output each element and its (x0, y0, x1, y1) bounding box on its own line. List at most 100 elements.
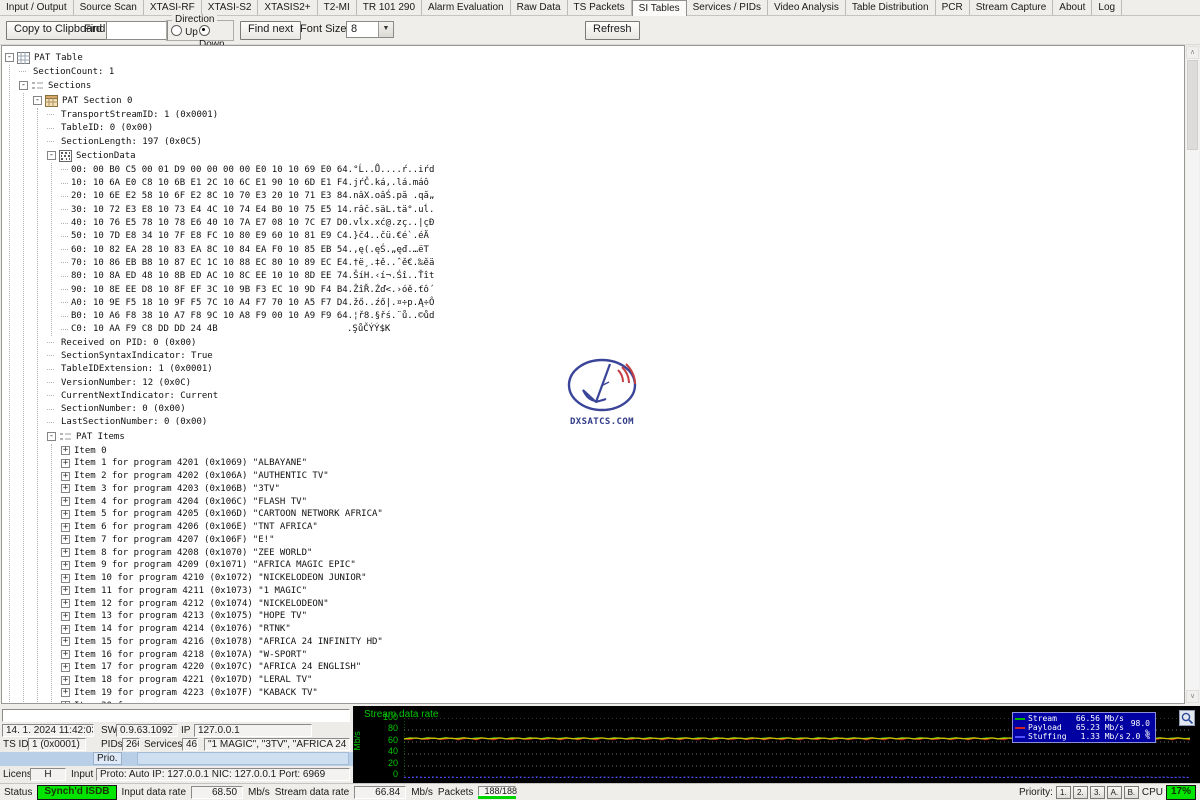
hex-row[interactable]: 80: 10 8A ED 48 10 8B ED AC 10 8C EE 10 … (61, 270, 1184, 283)
tab[interactable]: T2-MI (318, 0, 357, 15)
service-filter-input[interactable] (2, 709, 350, 722)
tab[interactable]: Alarm Evaluation (422, 0, 511, 15)
zoom-magnifier-button[interactable] (1179, 710, 1195, 726)
hex-row[interactable]: 10: 10 6A E0 C8 10 6B E1 2C 10 6C E1 90 … (61, 176, 1184, 189)
tab[interactable]: Input / Output (0, 0, 74, 15)
prio-segment[interactable] (137, 752, 349, 765)
pat-item-row[interactable]: + Item 15 for program 4216 (0x1078) "AFR… (61, 635, 1184, 648)
pat-item-row[interactable]: + Item 4 for program 4204 (0x106C) "FLAS… (61, 495, 1184, 508)
priority-button[interactable]: A. (1107, 786, 1122, 799)
hex-row[interactable]: 20: 10 6E E2 58 10 6F E2 8C 10 70 E3 20 … (61, 190, 1184, 203)
tree-leaf[interactable]: TableID: 0 (0x00) (47, 122, 1184, 135)
pat-item-row[interactable]: + Item 13 for program 4213 (0x1075) "HOP… (61, 610, 1184, 623)
expand-icon[interactable]: + (61, 472, 70, 481)
priority-button[interactable]: 1. (1056, 786, 1071, 799)
chevron-down-icon[interactable]: ▼ (378, 22, 393, 37)
collapse-icon[interactable]: - (47, 151, 56, 160)
tree-node-sections[interactable]: - Sections (19, 78, 1184, 93)
direction-down-radio[interactable] (199, 25, 210, 36)
expand-icon[interactable]: + (61, 701, 70, 704)
pat-item-row[interactable]: + Item 5 for program 4205 (0x106D) "CART… (61, 508, 1184, 521)
expand-icon[interactable]: + (61, 599, 70, 608)
pat-item-row[interactable]: + Item 14 for program 4214 (0x1076) "RTN… (61, 623, 1184, 636)
tree-node-sectiondata[interactable]: - SectionData (47, 148, 1184, 163)
direction-up-radio[interactable] (171, 25, 182, 36)
tree-node-pat-table[interactable]: - PAT Table (5, 50, 1184, 65)
collapse-icon[interactable]: - (47, 432, 56, 441)
tab[interactable]: Video Analysis (768, 0, 846, 15)
tab[interactable]: XTASI-RF (144, 0, 202, 15)
tab[interactable]: TR 101 290 (357, 0, 422, 15)
pat-item-row[interactable]: + Item 10 for program 4210 (0x1072) "NIC… (61, 572, 1184, 585)
hex-row[interactable]: B0: 10 A6 F8 38 10 A7 F8 9C 10 A8 F9 00 … (61, 309, 1184, 322)
priority-button[interactable]: 3. (1090, 786, 1105, 799)
pat-item-row[interactable]: + Item 7 for program 4207 (0x106F) "E!" (61, 533, 1184, 546)
hex-row[interactable]: 90: 10 8E EE D8 10 8F EF 3C 10 9B F3 EC … (61, 283, 1184, 296)
pat-item-row[interactable]: + Item 6 for program 4206 (0x106E) "TNT … (61, 521, 1184, 534)
expand-icon[interactable]: + (61, 612, 70, 621)
expand-icon[interactable]: + (61, 561, 70, 570)
tab[interactable]: Stream Capture (970, 0, 1054, 15)
tab[interactable]: Raw Data (511, 0, 568, 15)
pat-item-row[interactable]: + Item 0 (61, 444, 1184, 457)
expand-icon[interactable]: + (61, 650, 70, 659)
tab[interactable]: Table Distribution (846, 0, 936, 15)
services-list-value[interactable]: "1 MAGIC", "3TV", "AFRICA 24 ENGLISH", " (204, 738, 350, 751)
expand-icon[interactable]: + (61, 510, 70, 519)
expand-icon[interactable]: + (61, 663, 70, 672)
tree-scrollbar[interactable]: ∧ ∨ (1186, 46, 1199, 703)
tree-node-pat-items[interactable]: - PAT Items (47, 429, 1184, 444)
expand-icon[interactable]: + (61, 548, 70, 557)
pat-item-row[interactable]: + Item 3 for program 4203 (0x106B) "3TV" (61, 482, 1184, 495)
collapse-icon[interactable]: - (33, 96, 42, 105)
hex-row[interactable]: C0: 10 AA F9 C8 DD DD 24 4B .ŞůČÝÝ$K (61, 323, 1184, 336)
tab[interactable]: Log (1092, 0, 1122, 15)
expand-icon[interactable]: + (61, 523, 70, 532)
expand-icon[interactable]: + (61, 676, 70, 685)
expand-icon[interactable]: + (61, 574, 70, 583)
tree-node-pat-section-0[interactable]: - PAT Section 0 (33, 93, 1184, 108)
pat-item-row[interactable]: + Item 17 for program 4220 (0x107C) "AFR… (61, 661, 1184, 674)
pat-item-row[interactable]: + Item 9 for program 4209 (0x1071) "AFRI… (61, 559, 1184, 572)
expand-icon[interactable]: + (61, 497, 70, 506)
tab[interactable]: Services / PIDs (687, 0, 768, 15)
expand-icon[interactable]: + (61, 625, 70, 634)
pat-item-row[interactable]: + Item 2 for program 4202 (0x106A) "AUTH… (61, 470, 1184, 483)
priority-button[interactable]: 2. (1073, 786, 1088, 799)
hex-row[interactable]: 00: 00 B0 C5 00 01 D9 00 00 00 00 E0 10 … (61, 163, 1184, 176)
pat-item-row[interactable]: + Item 11 for program 4211 (0x1073) "1 M… (61, 584, 1184, 597)
pat-item-row[interactable]: + Item 19 for program 4223 (0x107F) "KAB… (61, 686, 1184, 699)
find-next-button[interactable]: Find next (240, 21, 301, 40)
scroll-up-icon[interactable]: ∧ (1186, 46, 1199, 59)
tab[interactable]: Source Scan (74, 0, 144, 15)
tree-leaf[interactable]: Received on PID: 0 (0x00) (47, 336, 1184, 349)
hex-row[interactable]: 30: 10 72 E3 E8 10 73 E4 4C 10 74 E4 B0 … (61, 203, 1184, 216)
tree-leaf[interactable]: TransportStreamID: 1 (0x0001) (47, 108, 1184, 121)
expand-icon[interactable]: + (61, 446, 70, 455)
expand-icon[interactable]: + (61, 688, 70, 697)
tab[interactable]: TS Packets (568, 0, 632, 15)
priority-button[interactable]: B. (1124, 786, 1139, 799)
hex-row[interactable]: 50: 10 7D E8 34 10 7F E8 FC 10 80 E9 60 … (61, 230, 1184, 243)
tree-leaf[interactable]: SectionLength: 197 (0x0C5) (47, 135, 1184, 148)
pat-item-row[interactable]: + Item 20 for program (61, 699, 1184, 704)
tab[interactable]: About (1053, 0, 1092, 15)
hex-row[interactable]: A0: 10 9E F5 18 10 9F F5 7C 10 A4 F7 70 … (61, 296, 1184, 309)
expand-icon[interactable]: + (61, 535, 70, 544)
hex-row[interactable]: 60: 10 82 EA 28 10 83 EA 8C 10 84 EA F0 … (61, 243, 1184, 256)
tab[interactable]: XTASI-S2 (202, 0, 259, 15)
expand-icon[interactable]: + (61, 484, 70, 493)
expand-icon[interactable]: + (61, 459, 70, 468)
hex-row[interactable]: 70: 10 86 EB B8 10 87 EC 1C 10 88 EC 80 … (61, 256, 1184, 269)
tab[interactable]: PCR (936, 0, 970, 15)
pat-item-row[interactable]: + Item 8 for program 4208 (0x1070) "ZEE … (61, 546, 1184, 559)
tab[interactable]: XTASIS2+ (258, 0, 317, 15)
pat-item-row[interactable]: + Item 16 for program 4218 (0x107A) "W-S… (61, 648, 1184, 661)
refresh-button[interactable]: Refresh (585, 21, 640, 40)
scroll-down-icon[interactable]: ∨ (1186, 690, 1199, 703)
expand-icon[interactable]: + (61, 586, 70, 595)
pat-item-row[interactable]: + Item 12 for program 4212 (0x1074) "NIC… (61, 597, 1184, 610)
collapse-icon[interactable]: - (5, 53, 14, 62)
pat-item-row[interactable]: + Item 1 for program 4201 (0x1069) "ALBA… (61, 457, 1184, 470)
expand-icon[interactable]: + (61, 637, 70, 646)
